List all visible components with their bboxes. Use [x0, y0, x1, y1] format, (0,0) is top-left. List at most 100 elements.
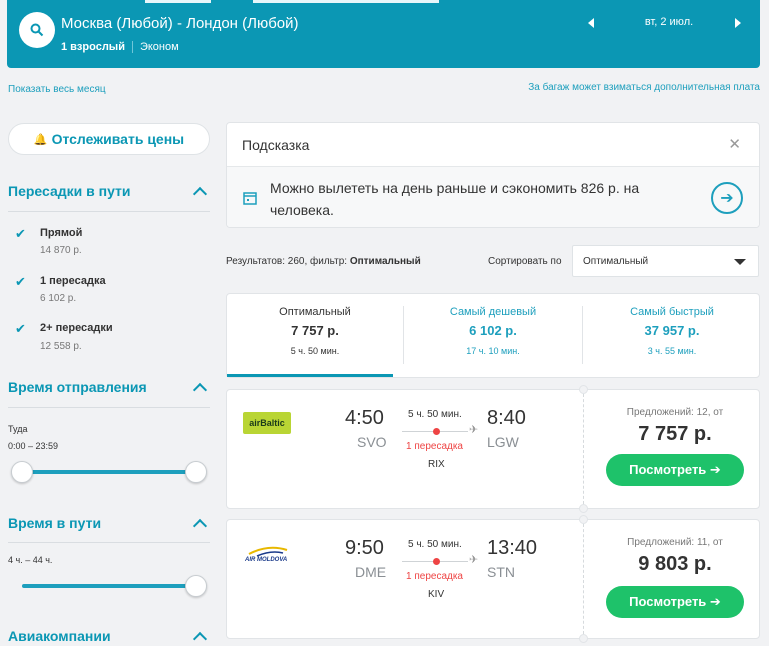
stops-filter-title[interactable]: Пересадки в пути: [8, 183, 131, 199]
tab-price: 6 102 р.: [469, 323, 517, 338]
stop-option-price: 12 558 р.: [40, 341, 82, 352]
plane-icon: ✈: [469, 554, 479, 566]
caret-down-icon: [734, 259, 746, 265]
active-tab-indicator: [227, 374, 393, 377]
hint-go-button[interactable]: ➔: [711, 182, 743, 214]
tab-title: Самый дешевый: [449, 306, 537, 318]
departure-slider[interactable]: [22, 470, 196, 474]
hint-title: Подсказка: [227, 123, 759, 167]
arrow-right-icon: ➔: [720, 190, 734, 207]
passenger-info[interactable]: 1 взрослый Эконом: [61, 41, 179, 53]
chevron-up-icon[interactable]: [192, 186, 208, 202]
duration-filter-title[interactable]: Время в пути: [8, 515, 101, 531]
stop-airport: RIX: [428, 459, 445, 470]
tab-fastest[interactable]: Самый быстрый 37 957 р. 3 ч. 55 мин.: [583, 294, 761, 379]
view-offer-button[interactable]: Посмотреть ➔: [606, 454, 744, 486]
flight-duration: 5 ч. 50 мин.: [408, 539, 462, 550]
price: 9 803 р.: [638, 553, 712, 575]
view-offer-button[interactable]: Посмотреть ➔: [606, 586, 744, 618]
chevron-up-icon[interactable]: [192, 518, 208, 534]
tab-price: 37 957 р.: [644, 323, 700, 338]
show-month-link[interactable]: Показать весь месяц: [8, 84, 106, 95]
stop-dot: [433, 558, 440, 565]
divider: [131, 41, 133, 53]
tab-optimal[interactable]: Оптимальный 7 757 р. 5 ч. 50 мин.: [227, 294, 403, 379]
hint-text: Можно вылететь на день раньше и сэкономи…: [270, 180, 640, 218]
arrival-airport: STN: [487, 564, 515, 580]
arrival-time: 13:40: [487, 537, 538, 559]
departure-airport: SVO: [357, 434, 387, 450]
stop-option-price: 6 102 р.: [40, 293, 77, 304]
stop-airport: KIV: [428, 589, 445, 600]
search-button[interactable]: [19, 12, 55, 48]
next-date-icon[interactable]: [735, 18, 741, 28]
results-count: Результатов: 260, фильтр:: [226, 256, 350, 267]
search-icon: [30, 23, 44, 37]
calendar-icon: [243, 192, 257, 205]
checkbox-direct[interactable]: ✔: [14, 226, 27, 241]
hint-body: Можно вылететь на день раньше и сэкономи…: [227, 167, 759, 227]
cabin-class: Эконом: [139, 41, 179, 53]
prev-date-icon[interactable]: [588, 18, 594, 28]
offers-count: Предложений: 12, от: [626, 407, 724, 418]
departure-time: 9:50: [345, 537, 384, 559]
ticket-notch: [579, 634, 588, 643]
duration-range: 4 ч. – 44 ч.: [8, 555, 53, 565]
date-display[interactable]: вт, 2 июл.: [617, 16, 721, 28]
chevron-up-icon[interactable]: [192, 631, 208, 646]
arrival-time: 8:40: [487, 407, 526, 429]
airline-name: AIR MOLDOVA: [245, 557, 288, 563]
departure-airport: DME: [355, 564, 387, 580]
checkbox-2plus-stops[interactable]: ✔: [14, 321, 27, 336]
departure-time: 4:50: [345, 407, 384, 429]
tab-price: 7 757 р.: [291, 323, 339, 338]
departure-range: 0:00 – 23:59: [8, 441, 59, 451]
tab-cheapest[interactable]: Самый дешевый 6 102 р. 17 ч. 10 мин.: [404, 294, 582, 379]
tab-duration: 5 ч. 50 мин.: [290, 346, 340, 356]
chevron-up-icon[interactable]: [192, 382, 208, 398]
ticket-perforation: [583, 524, 584, 634]
ticket-notch: [579, 385, 588, 394]
flight-card[interactable]: airBaltic 4:50 SVO 5 ч. 50 мин. ✈ 1 пере…: [226, 385, 760, 513]
sort-label: Сортировать по: [488, 256, 562, 267]
baggage-notice-link[interactable]: За багаж может взиматься дополнительная …: [528, 82, 760, 93]
departure-filter-title[interactable]: Время отправления: [8, 379, 147, 395]
results-summary: Результатов: 260, фильтр: Оптимальный: [226, 256, 421, 267]
slider-handle-max[interactable]: [185, 461, 207, 483]
route-title[interactable]: Москва (Любой) - Лондон (Любой): [61, 15, 299, 32]
close-icon[interactable]: ✕: [728, 135, 741, 153]
divider: [8, 407, 210, 408]
checkbox-1-stop[interactable]: ✔: [14, 274, 27, 289]
divider: [8, 211, 210, 212]
stop-option-price: 14 870 р.: [40, 245, 82, 256]
arrival-airport: LGW: [487, 434, 519, 450]
plane-icon: ✈: [469, 424, 479, 436]
stop-option-label: 2+ пересадки: [40, 322, 113, 334]
flight-card[interactable]: AIR MOLDOVA 9:50 DME 5 ч. 50 мин. ✈ 1 пе…: [226, 515, 760, 643]
results-filter: Оптимальный: [349, 256, 421, 267]
tab-title: Самый быстрый: [630, 306, 714, 318]
sort-value: Оптимальный: [583, 255, 649, 267]
stop-option-label: Прямой: [40, 227, 83, 239]
bell-icon: 🔔: [33, 133, 48, 146]
airline-logo: airBaltic: [243, 412, 291, 434]
ticket-notch: [579, 504, 588, 513]
flight-duration: 5 ч. 50 мин.: [408, 409, 462, 420]
tab-duration: 17 ч. 10 мин.: [466, 346, 520, 356]
tab-duration: 3 ч. 55 мин.: [647, 346, 697, 356]
stop-dot: [433, 428, 440, 435]
sort-select[interactable]: Оптимальный: [572, 245, 759, 277]
departure-direction: Туда: [8, 424, 28, 434]
stop-option-label: 1 пересадка: [40, 275, 106, 287]
passenger-count: 1 взрослый: [61, 41, 125, 53]
slider-handle-max[interactable]: [185, 575, 207, 597]
track-prices-button[interactable]: 🔔 Отслеживать цены: [8, 123, 210, 155]
duration-slider[interactable]: [22, 584, 196, 588]
track-prices-label: Отслеживать цены: [51, 131, 185, 147]
divider: [8, 542, 210, 543]
airlines-filter-title[interactable]: Авиакомпании: [8, 628, 111, 644]
ticket-notch: [579, 515, 588, 524]
stops-count: 1 пересадка: [406, 441, 463, 452]
slider-handle-min[interactable]: [11, 461, 33, 483]
offers-count: Предложений: 11, от: [627, 537, 723, 548]
